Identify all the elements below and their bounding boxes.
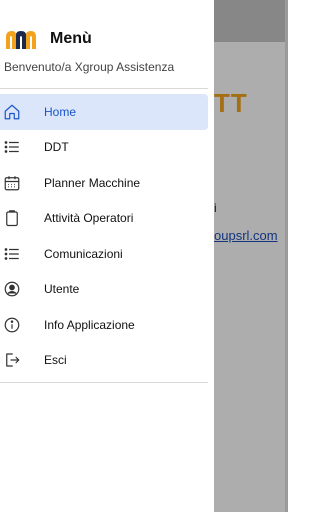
clipboard-icon [3, 209, 21, 227]
nav-label-utente: Utente [44, 282, 80, 297]
nav-label-comunicazioni: Comunicazioni [44, 246, 123, 261]
list-icon [3, 138, 21, 156]
nav-item-ddt[interactable]: DDT [0, 130, 208, 166]
nav-label-ddt: DDT [44, 140, 69, 155]
nav-label-attivita-operatori: Attività Operatori [44, 211, 134, 226]
nav-item-attivita-operatori[interactable]: Attività Operatori [0, 201, 208, 237]
nav-label-planner-macchine: Planner Macchine [44, 175, 141, 190]
nav-label-info-applicazione: Info Applicazione [44, 317, 135, 332]
user-circle-icon [3, 280, 21, 298]
nav-item-planner-macchine[interactable]: Planner Macchine [0, 165, 208, 201]
nav-label-esci: Esci [44, 353, 67, 368]
nav-item-info-applicazione[interactable]: Info Applicazione [0, 307, 208, 343]
list-icon [3, 245, 21, 263]
header-divider [0, 88, 208, 89]
nav-item-home[interactable]: Home [0, 94, 208, 130]
navigation-drawer: Menù Benvenuto/a Xgroup Assistenza Home … [0, 0, 214, 512]
scrim-edge [285, 0, 288, 512]
xgroup-logo [5, 29, 37, 51]
nav-item-comunicazioni[interactable]: Comunicazioni [0, 236, 208, 272]
drawer-nav: Home DDT Planner Macchine Attività Opera… [0, 94, 208, 378]
nav-item-esci[interactable]: Esci [0, 343, 208, 379]
welcome-text: Benvenuto/a Xgroup Assistenza [4, 60, 175, 74]
info-icon [3, 316, 21, 334]
logout-icon [3, 351, 21, 369]
nav-label-home: Home [44, 104, 77, 119]
bottom-divider [0, 382, 208, 383]
calendar-icon [3, 174, 21, 192]
drawer-header: Menù Benvenuto/a Xgroup Assistenza [0, 0, 214, 90]
home-icon [3, 103, 21, 121]
drawer-title: Menù [50, 30, 92, 47]
nav-item-utente[interactable]: Utente [0, 272, 208, 308]
